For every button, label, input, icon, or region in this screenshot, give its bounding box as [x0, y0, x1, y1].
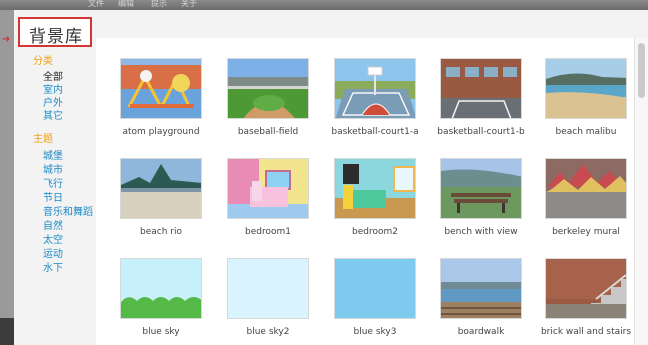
menu-file[interactable]: 文件: [88, 0, 104, 9]
tile-label: blue sky2: [246, 327, 290, 337]
category-outdoors[interactable]: 户外: [43, 98, 63, 110]
theme-nature[interactable]: 自然: [43, 221, 63, 233]
tile-label: boardwalk: [457, 327, 505, 337]
scrollbar-thumb[interactable]: [638, 43, 645, 98]
backdrop-tile-bench-with-view[interactable]: bench with view: [429, 158, 533, 254]
tile-label: bedroom2: [352, 227, 398, 237]
page-title: 背景库: [29, 27, 83, 47]
title-highlight-box: 背景库: [18, 17, 92, 47]
arrow-icon: ➜: [2, 34, 11, 45]
tile-label: brick wall and stairs: [540, 327, 632, 337]
backdrop-tile-basketball-court1-b[interactable]: basketball-court1-b: [429, 58, 533, 154]
backdrop-tile-brick-wall-and-stairs[interactable]: brick wall and stairs: [534, 258, 634, 345]
thumbnail-bedroom2: [334, 158, 416, 219]
backdrop-tile-bedroom1[interactable]: bedroom1: [216, 158, 320, 254]
theme-flying[interactable]: 飞行: [43, 179, 63, 191]
theme-heading: 主题: [33, 134, 53, 145]
thumbnail-brick-wall-and-stairs: [545, 258, 627, 319]
tile-label: bedroom1: [245, 227, 291, 237]
menu-about[interactable]: 关于: [181, 0, 197, 9]
theme-city[interactable]: 城市: [43, 165, 63, 177]
menu-tips[interactable]: 提示: [151, 0, 167, 9]
theme-holiday[interactable]: 节日: [43, 193, 63, 205]
thumbnail-bench-with-view: [440, 158, 522, 219]
thumbnail-baseball-field: [227, 58, 309, 119]
theme-space[interactable]: 太空: [43, 235, 63, 247]
theme-underwater[interactable]: 水下: [43, 263, 63, 275]
thumbnail-bedroom1: [227, 158, 309, 219]
tile-label: basketball-court1-a: [331, 127, 419, 137]
menu-edit[interactable]: 编辑: [118, 0, 134, 9]
theme-music-dance[interactable]: 音乐和舞蹈: [43, 207, 93, 219]
backdrop-tile-beach-malibu[interactable]: beach malibu: [534, 58, 634, 154]
thumbnail-berkeley-mural: [545, 158, 627, 219]
backdrop-tile-bedroom2[interactable]: bedroom2: [323, 158, 427, 254]
thumbnail-blue-sky2: [227, 258, 309, 319]
backdrop-tile-baseball-field[interactable]: baseball-field: [216, 58, 320, 154]
tile-label: atom playground: [122, 127, 200, 137]
category-other[interactable]: 其它: [43, 111, 63, 123]
theme-sports[interactable]: 运动: [43, 249, 63, 261]
backdrop-tile-boardwalk[interactable]: boardwalk: [429, 258, 533, 345]
backdrop-tile-atom-playground[interactable]: atom playground: [109, 58, 213, 154]
thumbnail-beach-malibu: [545, 58, 627, 119]
thumbnail-blue-sky: [120, 258, 202, 319]
thumbnail-basketball-court1-b: [440, 58, 522, 119]
thumbnail-blue-sky3: [334, 258, 416, 319]
backdrop-tile-berkeley-mural[interactable]: berkeley mural: [534, 158, 634, 254]
thumbnail-beach-rio: [120, 158, 202, 219]
category-all[interactable]: 全部: [43, 72, 63, 84]
tile-label: blue sky: [142, 327, 180, 337]
vertical-scrollbar[interactable]: [634, 38, 648, 345]
tile-label: blue sky3: [353, 327, 397, 337]
thumbnail-boardwalk: [440, 258, 522, 319]
backdrop-tile-blue-sky[interactable]: blue sky: [109, 258, 213, 345]
left-frame-edge: [0, 10, 14, 345]
backdrop-tile-blue-sky3[interactable]: blue sky3: [323, 258, 427, 345]
tile-label: berkeley mural: [552, 227, 620, 237]
top-menu-bar: 文件 编辑 提示 关于: [0, 0, 648, 10]
category-heading: 分类: [33, 56, 53, 67]
backdrop-grid: atom playground baseball-field basketbal…: [96, 38, 634, 345]
backdrop-tile-basketball-court1-a[interactable]: basketball-court1-a: [323, 58, 427, 154]
tile-label: beach rio: [140, 227, 182, 237]
tile-label: baseball-field: [237, 127, 299, 137]
backdrop-tile-blue-sky2[interactable]: blue sky2: [216, 258, 320, 345]
backdrop-library-screen: 文件 编辑 提示 关于 背景库 ➜ 分类 全部 室内 户外 其它 主题 城堡 城…: [0, 0, 648, 345]
thumbnail-basketball-court1-a: [334, 58, 416, 119]
theme-castle[interactable]: 城堡: [43, 151, 63, 163]
tile-label: basketball-court1-b: [437, 127, 525, 137]
tile-label: bench with view: [444, 227, 518, 237]
thumbnail-atom-playground: [120, 58, 202, 119]
category-indoors[interactable]: 室内: [43, 85, 63, 97]
tile-label: beach malibu: [555, 127, 617, 137]
left-dark-panel: [0, 318, 14, 345]
filter-sidebar: 分类 全部 室内 户外 其它 主题 城堡 城市 飞行 节日 音乐和舞蹈 自然 太…: [14, 50, 96, 340]
backdrop-tile-beach-rio[interactable]: beach rio: [109, 158, 213, 254]
backdrop-library-dialog: 背景库 ➜ 分类 全部 室内 户外 其它 主题 城堡 城市 飞行 节日 音乐和舞…: [2, 10, 648, 345]
